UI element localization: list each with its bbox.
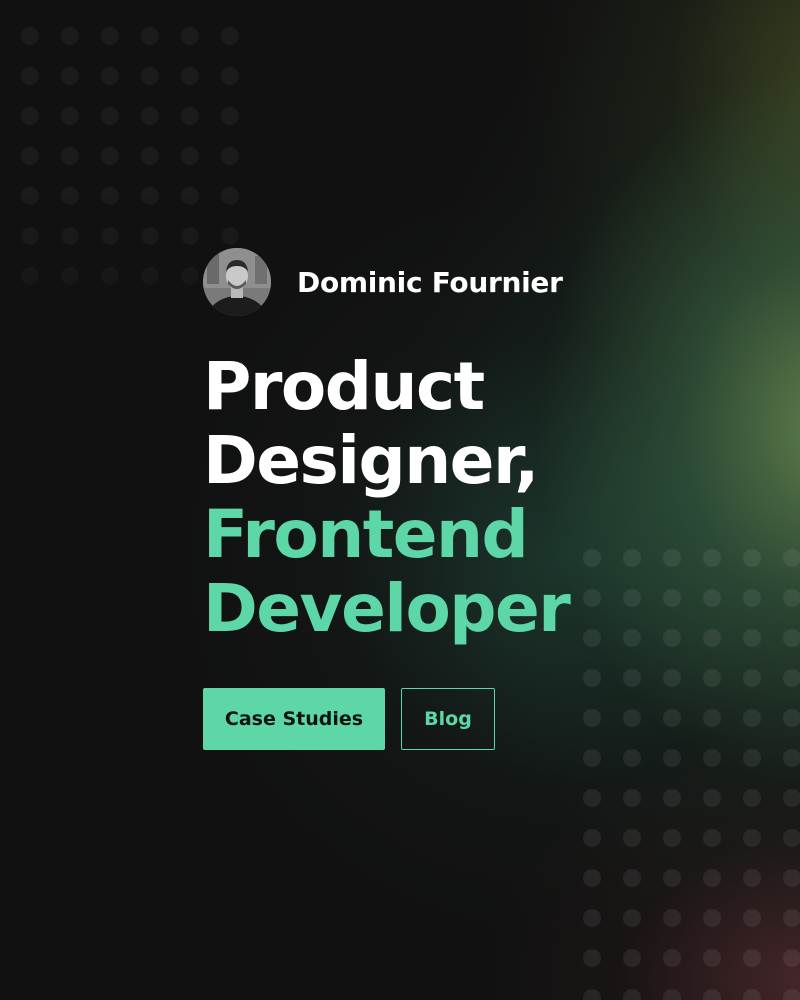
headline-line-2: Designer, (203, 422, 539, 499)
profile-name: Dominic Fournier (297, 265, 563, 299)
hero-actions: Case Studies Blog (203, 688, 569, 750)
profile-header: Dominic Fournier (203, 248, 569, 316)
case-studies-button[interactable]: Case Studies (203, 688, 385, 750)
hero-headline: Product Designer, Frontend Developer (203, 348, 571, 647)
headline-line-1: Product (203, 348, 485, 425)
headline-line-4: Developer (203, 570, 571, 647)
person-icon (203, 248, 271, 316)
headline-line-3: Frontend (203, 496, 529, 573)
hero-page: Dominic Fournier Product Designer, Front… (0, 0, 800, 1000)
hero-content: Dominic Fournier Product Designer, Front… (203, 248, 571, 750)
blog-button[interactable]: Blog (401, 688, 495, 750)
dot-pattern-bottom-right (572, 538, 800, 1000)
avatar (203, 248, 271, 316)
